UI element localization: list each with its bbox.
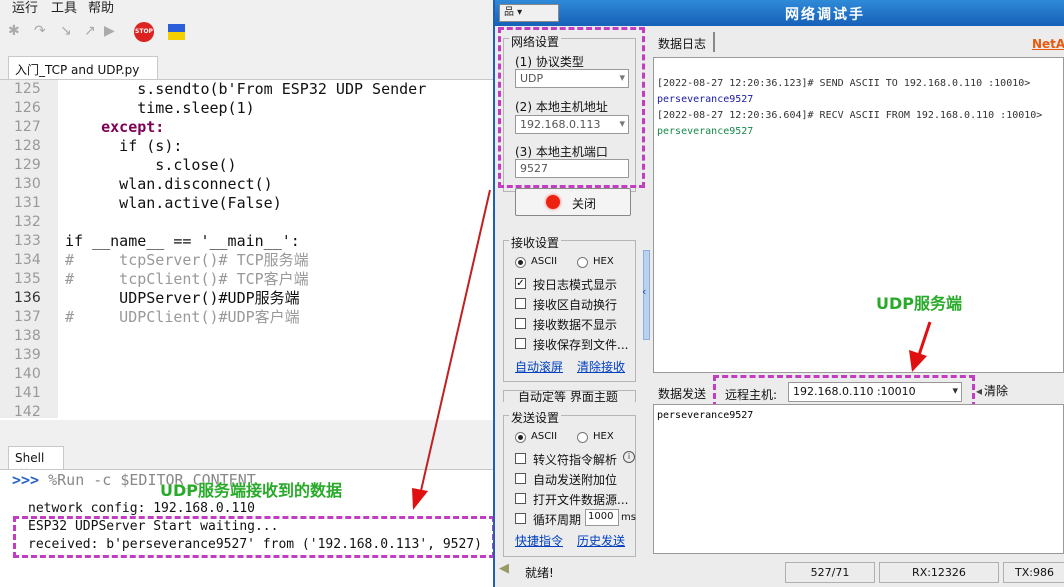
udp-server-annotation: UDP服务端 xyxy=(876,294,963,313)
received-data-annotation: UDP服务端接收到的数据 xyxy=(160,481,343,500)
arrow-head xyxy=(412,488,428,510)
screenshot: 运行 工具 帮助 ✱ ↷ ↘ ↗ ▶ STOP 入门_TCP and UDP.p… xyxy=(0,0,1064,587)
arrow-head xyxy=(909,350,927,372)
pointer-line xyxy=(419,189,491,496)
